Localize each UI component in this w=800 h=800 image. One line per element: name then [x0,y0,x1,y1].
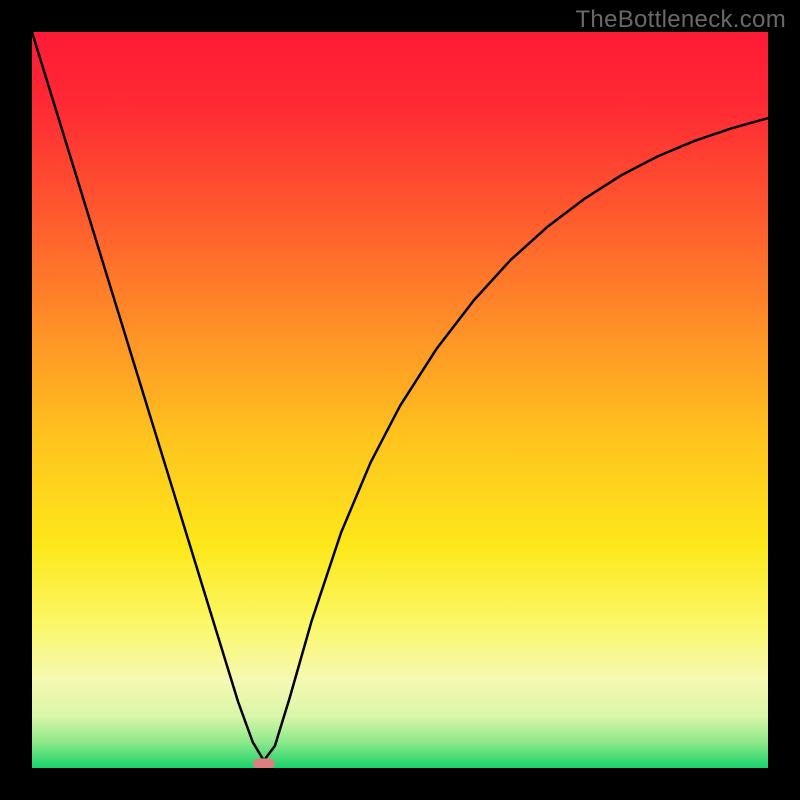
chart-area [32,32,768,768]
optimal-point-marker [253,758,275,768]
heatmap-background [32,32,768,768]
attribution-text: TheBottleneck.com [575,6,786,34]
bottleneck-chart-svg [32,32,768,768]
